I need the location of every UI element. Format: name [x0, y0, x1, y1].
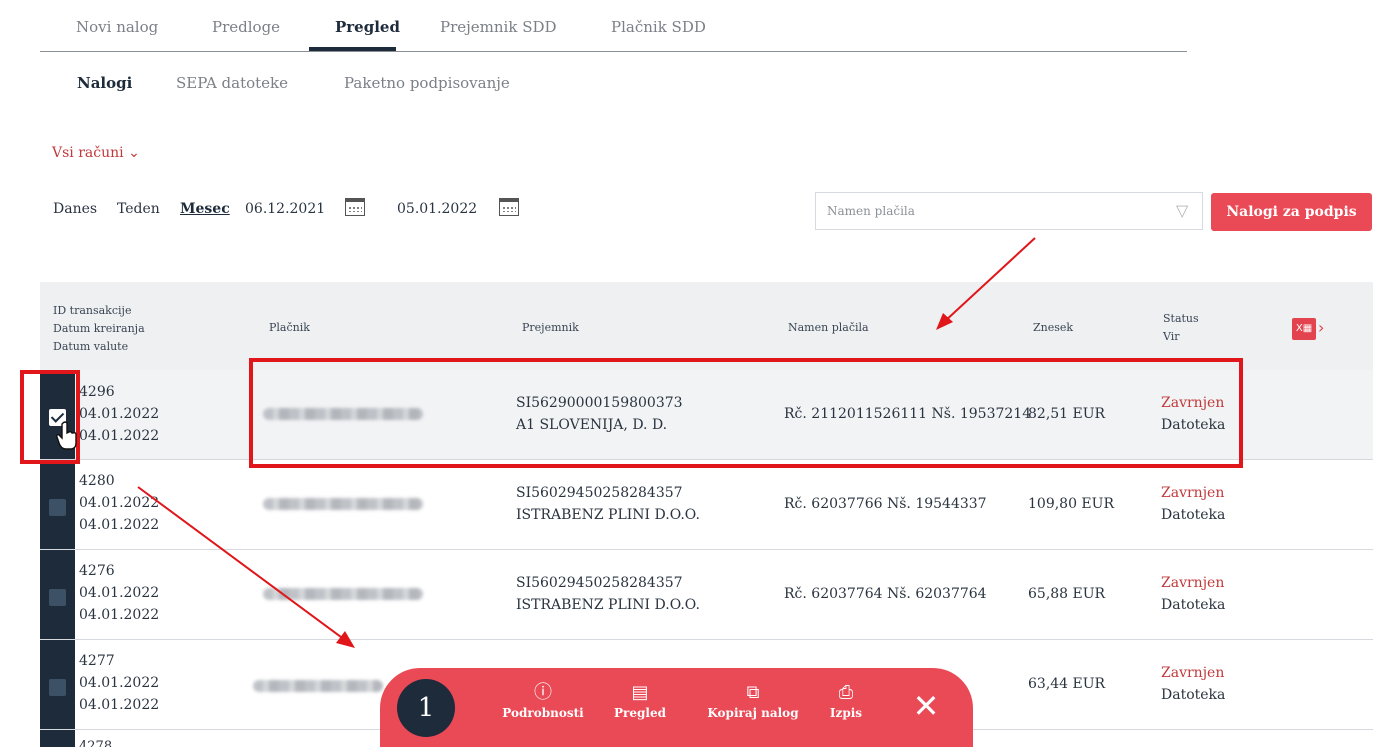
row-recipient: SI56029450258284357 ISTRABENZ PLINI D.O.… — [516, 575, 700, 613]
header-payer: Plačnik — [269, 321, 310, 334]
payer-redacted — [263, 498, 423, 510]
filter-month[interactable]: Mesec — [180, 201, 230, 217]
row-select-bar — [40, 730, 75, 747]
row-recipient: SI56029450258284357 ISTRABENZ PLINI D.O.… — [516, 485, 700, 523]
date-to-field[interactable]: 05.01.2022 — [397, 201, 477, 217]
row-status: Zavrnjen Datoteka — [1161, 485, 1226, 523]
row-checkbox[interactable] — [49, 499, 66, 516]
table-header: ID transakcije Datum kreiranja Datum val… — [40, 282, 1373, 370]
subtab-sepa-files[interactable]: SEPA datoteke — [176, 74, 288, 92]
preview-button[interactable]: ▤ Pregled — [605, 682, 675, 720]
row-id-dates: 4280 04.01.2022 04.01.2022 — [79, 473, 160, 533]
table-row[interactable]: 4280 04.01.2022 04.01.2022 SI56029450258… — [40, 460, 1373, 550]
row-purpose: Rč. 62037764 Nš. 62037764 — [784, 586, 987, 602]
selection-action-bar: 1 ⓘ Podrobnosti ▤ Pregled ⧉ Kopiraj nalo… — [380, 668, 973, 747]
payer-redacted — [263, 588, 423, 600]
tab-sdd-payer[interactable]: Plačnik SDD — [611, 18, 706, 36]
date-from-field[interactable]: 06.12.2021 — [245, 201, 325, 217]
chevron-right-icon[interactable]: › — [1318, 318, 1324, 337]
account-filter-dropdown[interactable]: Vsi računi ⌄ — [52, 145, 140, 161]
copy-order-button[interactable]: ⧉ Kopiraj nalog — [698, 682, 808, 720]
hand-cursor-icon — [56, 421, 77, 450]
tab-sdd-recipient[interactable]: Prejemnik SDD — [440, 18, 557, 36]
orders-to-sign-button[interactable]: Nalogi za podpis — [1211, 193, 1372, 231]
table-row[interactable]: 4276 04.01.2022 04.01.2022 SI56029450258… — [40, 550, 1373, 640]
row-amount: 65,88 EUR — [1028, 586, 1106, 602]
header-amount: Znesek — [1033, 321, 1074, 334]
header-purpose: Namen plačila — [788, 321, 869, 334]
document-icon: ▤ — [631, 682, 649, 703]
active-tab-indicator — [309, 47, 396, 51]
row-status: Zavrnjen Datoteka — [1161, 575, 1226, 613]
row-amount: 109,80 EUR — [1028, 496, 1114, 512]
subtab-batch-signing[interactable]: Paketno podpisovanje — [344, 74, 510, 92]
tab-new-order[interactable]: Novi nalog — [76, 18, 158, 36]
main-tabs: Novi nalog Predloge Pregled Prejemnik SD… — [40, 0, 1187, 52]
calendar-icon[interactable] — [345, 198, 365, 216]
print-button[interactable]: ⎙ Izpis — [821, 682, 871, 720]
row-checkbox[interactable] — [49, 589, 66, 606]
calendar-icon[interactable] — [499, 198, 519, 216]
search-placeholder: Namen plačila — [827, 204, 915, 218]
payer-redacted — [253, 680, 383, 692]
header-id-col: ID transakcije Datum kreiranja Datum val… — [53, 304, 145, 353]
tab-templates[interactable]: Predloge — [212, 18, 280, 36]
details-button[interactable]: ⓘ Podrobnosti — [498, 682, 588, 720]
row-checkbox[interactable] — [49, 679, 66, 696]
tab-overview[interactable]: Pregled — [335, 18, 400, 36]
excel-export-icon[interactable]: X▦ — [1292, 318, 1316, 340]
copy-icon: ⧉ — [746, 682, 760, 703]
header-recipient: Prejemnik — [522, 321, 579, 334]
row-purpose: Rč. 62037766 Nš. 19544337 — [784, 496, 987, 512]
filter-today[interactable]: Danes — [53, 201, 97, 217]
close-icon[interactable]: ✕ — [908, 688, 944, 724]
row-id-dates: 4296 04.01.2022 04.01.2022 — [79, 384, 160, 444]
row-id-dates: 4276 04.01.2022 04.01.2022 — [79, 563, 160, 623]
row-id-dates: 4277 04.01.2022 04.01.2022 — [79, 653, 160, 713]
printer-icon: ⎙ — [838, 682, 854, 703]
filter-icon[interactable]: ▽ — [1176, 202, 1194, 220]
row-amount: 63,44 EUR — [1028, 676, 1106, 692]
annotation-box-row — [249, 358, 1243, 468]
info-icon: ⓘ — [534, 682, 552, 703]
row-status: Zavrnjen Datoteka — [1161, 665, 1226, 703]
row-id-partial: 4278 — [79, 739, 113, 747]
selected-count-badge: 1 — [397, 679, 455, 737]
header-status: Status Vir — [1163, 312, 1199, 343]
filter-week[interactable]: Teden — [117, 201, 160, 217]
purpose-search-input[interactable]: Namen plačila ▽ — [815, 192, 1203, 230]
subtab-orders[interactable]: Nalogi — [77, 74, 132, 92]
